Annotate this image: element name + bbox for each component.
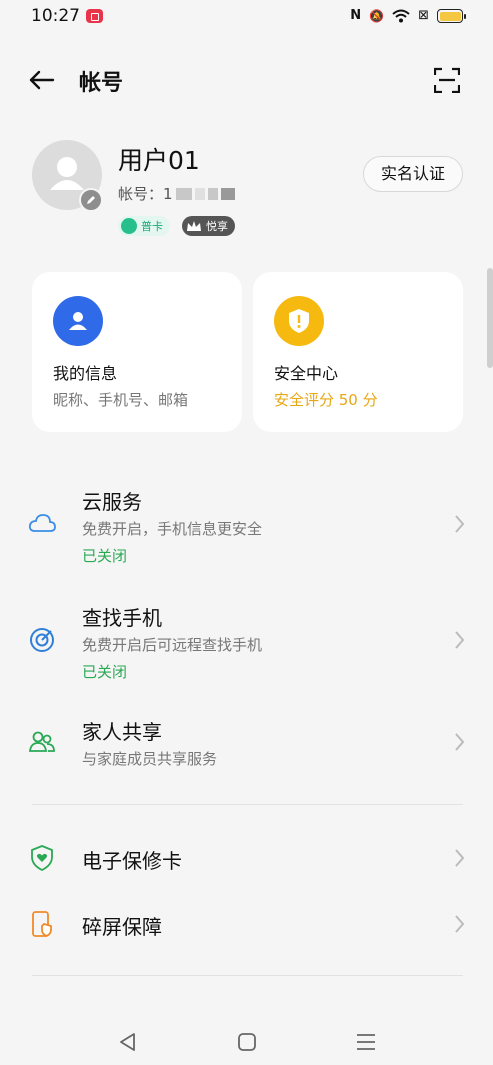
card-level-badge[interactable]: 普卡 xyxy=(118,216,170,236)
screen-record-icon xyxy=(86,9,103,23)
list-item-family-sharing[interactable]: 家人共享 与家庭成员共享服务 xyxy=(0,712,493,777)
status-icons: N 🔕 ⊠ xyxy=(350,8,466,24)
nav-home-icon[interactable] xyxy=(235,1030,259,1054)
back-arrow-icon[interactable] xyxy=(26,65,56,95)
masked-digits xyxy=(175,187,192,200)
scroll-handle xyxy=(487,268,493,368)
status-off-label: 已关闭 xyxy=(82,663,128,681)
tile-title: 安全中心 xyxy=(274,364,339,383)
status-off-label: 已关闭 xyxy=(82,547,128,565)
mute-icon: 🔕 xyxy=(369,9,385,23)
account-id-label: 帐号：1 xyxy=(118,185,173,203)
section-divider xyxy=(32,975,463,976)
list-item-cloud-service[interactable]: 云服务 免费开启，手机信息更安全 已关闭 xyxy=(0,482,493,572)
person-icon xyxy=(53,296,103,346)
scan-icon[interactable] xyxy=(434,67,460,93)
tile-title: 我的信息 xyxy=(53,364,118,383)
sim-icon: ⊠ xyxy=(418,8,429,23)
nfc-icon: N xyxy=(350,8,362,23)
status-bar: 10:27 N 🔕 ⊠ xyxy=(0,0,493,34)
vip-badge[interactable]: 悦享 xyxy=(182,216,235,236)
family-icon xyxy=(28,731,55,752)
phone-protect-icon xyxy=(32,911,52,937)
list-item-warranty-card[interactable]: 电子保修卡 xyxy=(0,838,493,880)
shield-heart-icon xyxy=(31,845,53,872)
chevron-right-icon xyxy=(455,733,465,751)
masked-digits xyxy=(207,187,218,200)
list-item-title: 碎屏保障 xyxy=(82,915,162,939)
status-time: 10:27 xyxy=(31,6,80,26)
security-score: 安全评分 50 分 xyxy=(274,391,378,409)
list-item-title: 查找手机 xyxy=(82,606,162,630)
chevron-right-icon xyxy=(455,515,465,533)
real-name-verify-button[interactable]: 实名认证 xyxy=(363,156,463,192)
list-item-title: 家人共享 xyxy=(82,720,162,744)
chevron-right-icon xyxy=(455,915,465,933)
card-level-icon xyxy=(121,218,137,234)
system-navigation-bar xyxy=(0,1020,493,1065)
crown-icon xyxy=(187,221,201,231)
masked-digits xyxy=(194,187,205,200)
target-icon xyxy=(30,628,54,652)
list-item-title: 云服务 xyxy=(82,490,142,514)
nav-recents-icon[interactable] xyxy=(354,1030,378,1054)
list-item-subtitle: 与家庭成员共享服务 xyxy=(82,750,218,768)
list-item-screen-protection[interactable]: 碎屏保障 xyxy=(0,904,493,946)
shield-warning-icon xyxy=(274,296,324,346)
list-item-subtitle: 免费开启，手机信息更安全 xyxy=(82,520,263,538)
masked-digits xyxy=(220,187,235,200)
list-item-find-phone[interactable]: 查找手机 免费开启后可远程查找手机 已关闭 xyxy=(0,598,493,688)
security-center-tile[interactable]: 安全中心 安全评分 50 分 xyxy=(253,272,463,432)
list-item-subtitle: 免费开启后可远程查找手机 xyxy=(82,636,263,654)
battery-icon xyxy=(437,9,466,23)
app-header: 帐号 xyxy=(0,56,493,104)
wifi-icon xyxy=(392,9,410,23)
chevron-right-icon xyxy=(455,631,465,649)
card-level-label: 普卡 xyxy=(141,220,163,233)
user-name: 用户01 xyxy=(118,146,200,175)
member-badges: 普卡 悦享 xyxy=(118,216,235,236)
page-title: 帐号 xyxy=(79,71,124,96)
tile-subtitle: 昵称、手机号、邮箱 xyxy=(53,391,189,409)
section-divider xyxy=(32,804,463,805)
list-item-title: 电子保修卡 xyxy=(82,849,182,873)
edit-avatar-button[interactable] xyxy=(79,188,103,212)
cloud-icon xyxy=(28,514,56,532)
my-info-tile[interactable]: 我的信息 昵称、手机号、邮箱 xyxy=(32,272,242,432)
vip-label: 悦享 xyxy=(206,220,228,233)
chevron-right-icon xyxy=(455,849,465,867)
nav-back-icon[interactable] xyxy=(116,1030,140,1054)
account-id: 帐号：1 xyxy=(118,183,235,204)
pencil-icon xyxy=(87,196,95,204)
